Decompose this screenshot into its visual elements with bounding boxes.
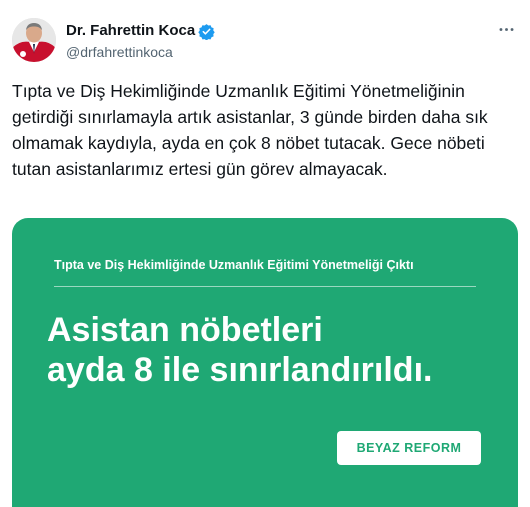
card-headline: Asistan nöbetleri ayda 8 ile sınırlandır…: [47, 310, 507, 390]
media-card[interactable]: Tıpta ve Diş Hekimliğinde Uzmanlık Eğiti…: [12, 218, 518, 507]
card-headline-line2: ayda 8 ile sınırlandırıldı.: [47, 351, 433, 389]
author-name-row: Dr. Fahrettin Koca: [66, 22, 215, 40]
tweet-text: Tıpta ve Diş Hekimliğinde Uzmanlık Eğiti…: [12, 81, 488, 179]
card-subtitle: Tıpta ve Diş Hekimliğinde Uzmanlık Eğiti…: [54, 258, 414, 272]
verified-badge-icon: [198, 23, 215, 40]
card-divider: [54, 286, 476, 287]
tweet-header: Dr. Fahrettin Koca @drfahrettinkoca: [12, 16, 518, 64]
more-horizontal-icon[interactable]: [497, 20, 516, 44]
brand-badge: BEYAZ REFORM: [337, 431, 481, 465]
author-name[interactable]: Dr. Fahrettin Koca: [66, 22, 195, 40]
author-avatar[interactable]: [12, 18, 56, 62]
avatar-image: [12, 18, 56, 62]
author-handle[interactable]: @drfahrettinkoca: [66, 43, 173, 61]
card-headline-line1: Asistan nöbetleri: [47, 311, 323, 349]
